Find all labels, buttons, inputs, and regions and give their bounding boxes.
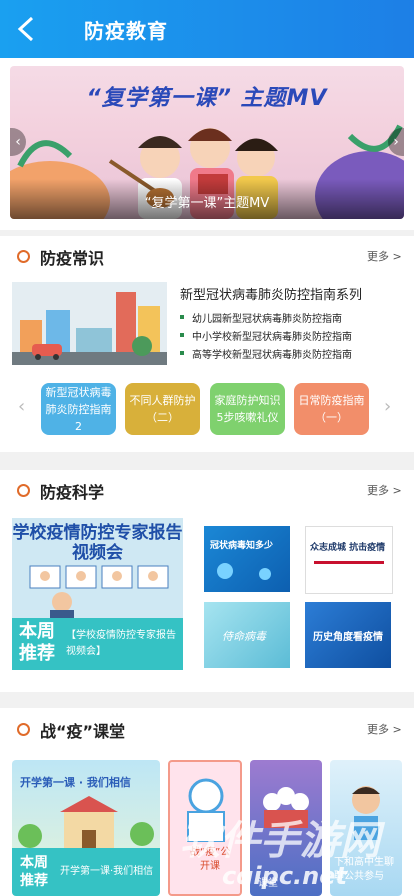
back-arrow-icon[interactable] [14, 14, 40, 44]
watermark-url: cqipc.net [222, 862, 347, 890]
section-title: 防疫常识 [40, 249, 105, 268]
science-thumb[interactable]: 历史角度看疫情 [305, 602, 391, 668]
thumb-title: 冠状病毒知多少 [210, 541, 274, 551]
list-bullet-icon [180, 351, 184, 355]
course-card[interactable]: 开学第一课 · 我们相信 本周推荐 开学第一课·我们相信 [12, 760, 160, 896]
more-link[interactable]: 更多 > [367, 248, 402, 264]
topic-tile[interactable]: 日常防疫指南（一） [294, 383, 369, 435]
topic-tile[interactable]: 家庭防护知识5步咳嗽礼仪 [210, 383, 285, 435]
weekly-pick-label: 本周推荐 [19, 621, 55, 664]
thumb-title: 历史角度看疫情 [313, 632, 383, 643]
section-title: 防疫科学 [40, 483, 105, 502]
featured-caption: 【学校疫情防控专家报告视频会】 [66, 630, 176, 657]
more-link[interactable]: 更多 > [367, 482, 402, 498]
guide-item[interactable]: 中小学校新型冠状病毒肺炎防控指南 [192, 328, 352, 343]
city-illustration[interactable] [12, 282, 167, 365]
list-bullet-icon [180, 315, 184, 319]
school-illustration [18, 796, 154, 852]
course-caption: 开学第一课·我们相信 [60, 866, 154, 877]
science-thumb[interactable]: 侍命病毒 [204, 602, 290, 668]
more-link[interactable]: 更多 > [367, 721, 402, 737]
banner-caption: “复学第一课”主题MV [144, 196, 270, 211]
section-epidemic-knowledge: 防疫常识 更多 > 新型冠状病毒肺炎防控指南系列 幼儿园新型冠状病毒肺炎防控指南… [0, 236, 414, 452]
thumb-title: 众志成城 抗击疫情 [310, 543, 386, 553]
science-thumb[interactable]: 冠状病毒知多少 [204, 526, 290, 592]
featured-video-title: 学校疫情防控专家报告视频会 [12, 523, 183, 563]
page-title: 防疫教育 [84, 19, 168, 43]
thumb-divider [314, 561, 384, 564]
section-dot-icon [17, 250, 30, 263]
section-epidemic-science: 防疫科学 更多 > 学校疫情防控专家报告视频会 本周推荐 【学校疫情防控专家报告… [0, 470, 414, 692]
guide-item[interactable]: 高等学校新型冠状病毒肺炎防控指南 [192, 346, 352, 361]
tiles-prev-icon[interactable]: ‹ [18, 396, 25, 417]
section-dot-icon [17, 723, 30, 736]
banner-carousel[interactable]: “复学第一课” 主题MV “复学第一课”主题MV ‹ › [10, 66, 404, 219]
list-bullet-icon [180, 333, 184, 337]
section-title: 战“疫”课堂 [40, 722, 126, 741]
weekly-pick-label: 本周推荐 [20, 855, 48, 889]
guide-item[interactable]: 幼儿园新型冠状病毒肺炎防控指南 [192, 310, 342, 325]
video-call-illustration [29, 565, 169, 618]
guide-series-title[interactable]: 新型冠状病毒肺炎防控指南系列 [180, 284, 362, 303]
science-thumb[interactable]: 众志成城 抗击疫情 [305, 526, 393, 594]
topic-tile[interactable]: 不同人群防护（二） [125, 383, 200, 435]
virus-icon [217, 563, 271, 580]
thumb-title: 侍命病毒 [222, 630, 266, 643]
topic-tile[interactable]: 新型冠状病毒肺炎防控指南2 [41, 383, 116, 435]
featured-video[interactable]: 学校疫情防控专家报告视频会 本周推荐 【学校疫情防控专家报告视频会】 [12, 518, 183, 670]
app-header: 防疫教育 [0, 0, 414, 58]
watermark-text: 软件手游网 [180, 818, 380, 864]
tiles-next-icon[interactable]: › [384, 396, 391, 417]
course-title: 开学第一课 · 我们相信 [20, 776, 131, 789]
section-dot-icon [17, 484, 30, 497]
